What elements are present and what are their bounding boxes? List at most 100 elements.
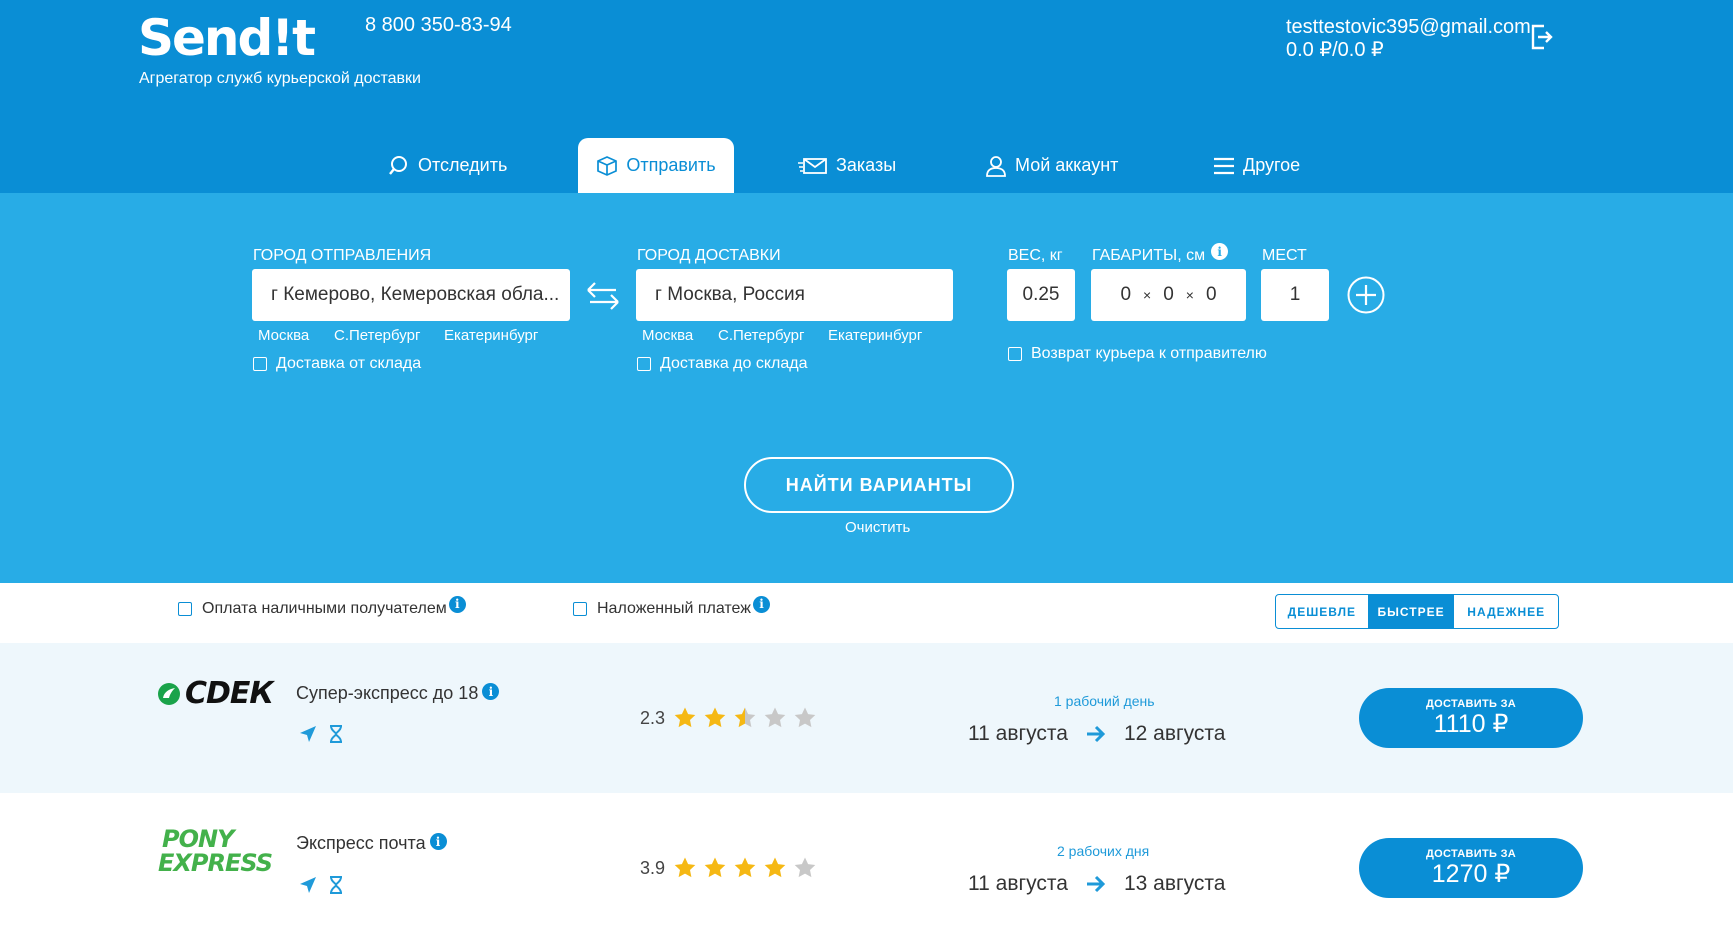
to-label: ГОРОД ДОСТАВКИ <box>637 247 781 264</box>
sort-reliable-button[interactable]: НАДЕЖНЕЕ <box>1454 595 1558 628</box>
from-warehouse-checkbox[interactable]: Доставка от склада <box>253 355 421 373</box>
user-icon <box>985 155 1007 177</box>
dims-info-icon[interactable]: i <box>1211 243 1229 260</box>
from-quick-moscow[interactable]: Москва <box>258 327 309 344</box>
service-label: Экспресс почта <box>296 833 426 853</box>
deliver-button[interactable]: ДОСТАВИТЬ ЗА 1270 ₽ <box>1359 838 1583 898</box>
swap-icon[interactable] <box>584 280 622 317</box>
rating: 3.9 <box>640 856 817 880</box>
tab-track[interactable]: Отследить <box>388 138 507 193</box>
star-icon <box>764 707 786 728</box>
user-balance: 0.0 ₽/0.0 ₽ <box>1286 39 1384 61</box>
info-icon[interactable]: i <box>429 833 447 850</box>
checkbox-box[interactable] <box>253 357 267 371</box>
star-icon <box>674 707 696 728</box>
checkbox-box[interactable] <box>573 602 587 616</box>
sort-toggle-group: ДЕШЕВЛЕ БЫСТРЕЕ НАДЕЖНЕЕ <box>1275 594 1559 629</box>
tab-label: Мой аккаунт <box>1015 155 1119 175</box>
star-icon <box>794 707 816 728</box>
star-icon <box>734 707 756 728</box>
to-quick-ekb[interactable]: Екатеринбург <box>828 327 922 344</box>
service-features <box>299 876 343 894</box>
sort-cheaper-button[interactable]: ДЕШЕВЛЕ <box>1276 595 1369 628</box>
delivery-dates: 11 августа 12 августа <box>968 722 1225 746</box>
star-icon <box>794 857 816 878</box>
deliver-price: 1270 ₽ <box>1431 860 1511 888</box>
cod-checkbox[interactable]: Наложенный платеж i <box>573 595 770 618</box>
info-icon[interactable]: i <box>448 595 466 613</box>
date-to: 13 августа <box>1123 872 1226 895</box>
to-city-input[interactable]: г Москва, Россия <box>636 269 953 321</box>
dims-input[interactable]: 0 × 0 × 0 <box>1091 269 1246 321</box>
pony-logo-line1: PONY <box>162 825 234 853</box>
dim-sep: × <box>1143 287 1152 303</box>
from-quick-spb[interactable]: С.Петербург <box>334 327 420 344</box>
to-quick-spb[interactable]: С.Петербург <box>718 327 804 344</box>
tab-account[interactable]: Мой аккаунт <box>985 138 1118 193</box>
checkbox-label: Наложенный платеж <box>597 600 751 617</box>
clear-link[interactable]: Очистить <box>845 519 910 536</box>
to-warehouse-checkbox[interactable]: Доставка до склада <box>637 355 807 373</box>
weight-value: 0.25 <box>1022 284 1060 305</box>
rating: 2.3 <box>640 706 817 730</box>
info-icon[interactable]: i <box>482 683 500 700</box>
dim-width[interactable]: 0 <box>1163 284 1174 306</box>
envelope-icon <box>798 157 828 175</box>
sort-faster-button[interactable]: БЫСТРЕЕ <box>1368 595 1455 628</box>
info-icon[interactable]: i <box>752 595 770 613</box>
arrow-right-icon <box>1086 875 1106 893</box>
checkbox-box[interactable] <box>1008 347 1022 361</box>
places-input[interactable]: 1 <box>1261 269 1329 321</box>
checkbox-box[interactable] <box>178 602 192 616</box>
user-email[interactable]: testtestovic395@gmail.com <box>1286 16 1531 39</box>
menu-icon <box>1213 156 1235 176</box>
star-icon <box>764 857 786 878</box>
logout-icon[interactable] <box>1530 24 1554 55</box>
star-icon <box>734 857 756 878</box>
weight-label: ВЕС, кг <box>1008 247 1063 264</box>
box-icon <box>596 155 618 177</box>
courier-arrow-icon <box>300 726 316 742</box>
service-name: Супер-экспресс до 18 i <box>296 683 500 704</box>
tab-other[interactable]: Другое <box>1213 138 1300 193</box>
search-icon <box>388 155 410 177</box>
cdek-logo[interactable]: СDЕК <box>157 676 274 711</box>
deliver-button[interactable]: ДОСТАВИТЬ ЗА 1110 ₽ <box>1359 688 1583 748</box>
tab-orders[interactable]: Заказы <box>798 138 896 193</box>
cash-payment-checkbox[interactable]: Оплата наличными получателем i <box>178 595 466 618</box>
hourglass-icon <box>330 876 342 894</box>
tab-send[interactable]: Отправить <box>578 138 734 193</box>
arrow-right-icon <box>1086 725 1106 743</box>
from-quick-ekb[interactable]: Екатеринбург <box>444 327 538 344</box>
phone-number[interactable]: 8 800 350-83-94 <box>365 14 512 37</box>
date-from: 11 августа <box>968 722 1068 745</box>
checkbox-box[interactable] <box>637 357 651 371</box>
logo-text: Send!t <box>138 9 316 67</box>
places-label: МЕСТ <box>1262 247 1307 264</box>
from-city-value: г Кемерово, Кемеровская обла... <box>271 284 560 305</box>
return-courier-checkbox[interactable]: Возврат курьера к отправителю <box>1008 345 1267 363</box>
tab-label: Отправить <box>626 155 716 175</box>
delivery-days: 2 рабочих дня <box>1057 843 1150 859</box>
dim-length[interactable]: 0 <box>1120 284 1131 306</box>
add-place-icon[interactable] <box>1347 276 1385 319</box>
sendit-logo[interactable]: Send!t <box>138 8 316 68</box>
dims-label: ГАБАРИТЫ, см <box>1092 247 1206 264</box>
delivery-days: 1 рабочий день <box>1054 693 1155 709</box>
delivery-dates: 11 августа 13 августа <box>968 872 1225 896</box>
dim-height[interactable]: 0 <box>1206 284 1217 306</box>
to-quick-moscow[interactable]: Москва <box>642 327 693 344</box>
deliver-button-caption: ДОСТАВИТЬ ЗА <box>1426 848 1516 860</box>
tab-label: Отследить <box>418 155 508 175</box>
tab-label: Заказы <box>836 155 897 175</box>
cdek-leaf-icon <box>158 682 180 705</box>
pony-express-logo[interactable]: PONY EXPRESS <box>158 825 273 875</box>
service-label: Супер-экспресс до 18 <box>296 683 479 703</box>
service-name: Экспресс почта i <box>296 833 447 854</box>
weight-input[interactable]: 0.25 <box>1007 269 1075 321</box>
find-options-button[interactable]: НАЙТИ ВАРИАНТЫ <box>744 457 1014 513</box>
from-city-input[interactable]: г Кемерово, Кемеровская обла... <box>252 269 570 321</box>
to-city-value: г Москва, Россия <box>655 284 805 305</box>
star-icon <box>704 707 726 728</box>
rating-value: 3.9 <box>640 857 666 878</box>
